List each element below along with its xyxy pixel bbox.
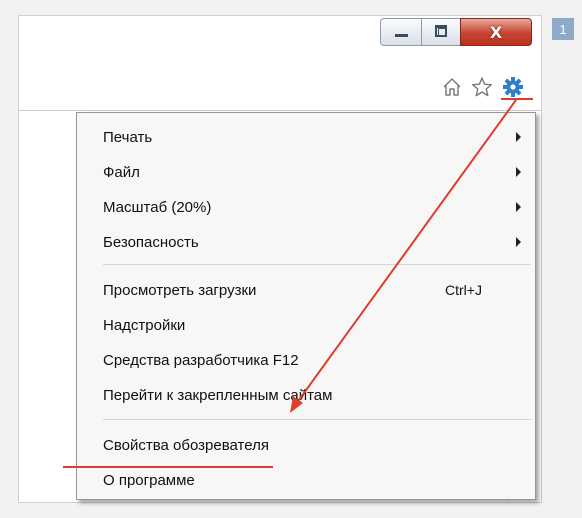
browser-window: X Печать Файл Масштаб (20%) Безопасность… — [18, 15, 542, 503]
annotation-arrow — [290, 99, 517, 413]
step-badge: 1 — [552, 18, 574, 40]
